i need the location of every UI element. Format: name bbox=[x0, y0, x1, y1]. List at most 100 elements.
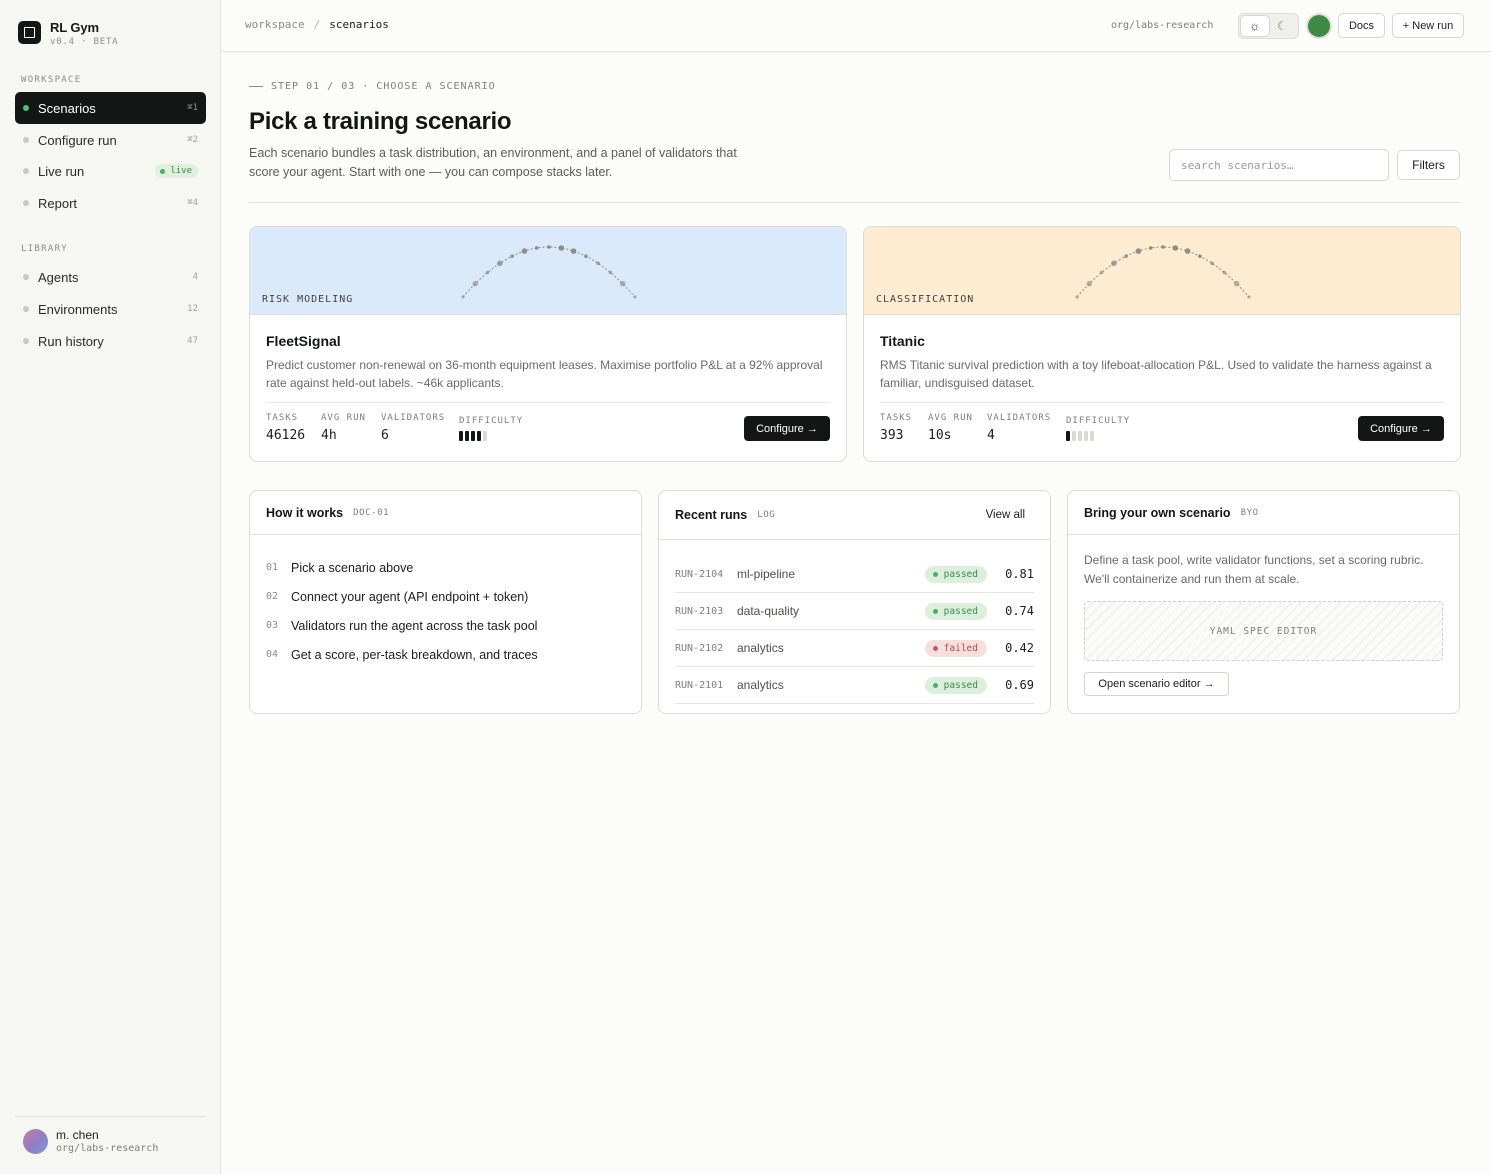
status-dot-icon bbox=[932, 608, 938, 614]
sidebar-item-live-run[interactable]: Live run live bbox=[15, 155, 206, 187]
brand[interactable]: RL Gym v0.4 · BETA bbox=[18, 20, 118, 48]
difficulty-bar bbox=[477, 431, 481, 441]
yaml-spec-editor[interactable]: YAML SPEC EDITOR bbox=[1084, 601, 1443, 661]
sun-icon[interactable]: ☼ bbox=[1241, 16, 1269, 36]
status-dot-icon bbox=[932, 571, 938, 577]
stat-value: 393 bbox=[880, 428, 904, 443]
run-id: RUN-2103 bbox=[675, 605, 724, 617]
library-section-label: LIBRARY bbox=[21, 244, 69, 254]
panel-tag: LOG bbox=[757, 510, 776, 520]
status-badge: passed bbox=[924, 602, 987, 620]
table-row[interactable]: RUN-2103 data-quality passed 0.74 bbox=[675, 593, 1034, 630]
difficulty-bar bbox=[1066, 431, 1070, 441]
table-row[interactable]: RUN-2104 ml-pipeline passed 0.81 bbox=[675, 556, 1034, 593]
breadcrumb-separator: / bbox=[313, 18, 321, 31]
sidebar-item-scenarios[interactable]: Scenarios ⌘1 bbox=[15, 92, 206, 124]
sidebar-item-report[interactable]: Report ⌘4 bbox=[15, 187, 206, 219]
breadcrumb-workspace[interactable]: workspace bbox=[245, 18, 305, 31]
curve-point bbox=[1222, 270, 1227, 275]
live-badge-text: live bbox=[170, 166, 192, 176]
new-run-button[interactable]: + New run bbox=[1392, 13, 1464, 38]
difficulty-bar bbox=[483, 431, 487, 441]
difficulty-bar bbox=[471, 431, 475, 441]
curve-point bbox=[619, 280, 626, 287]
open-scenario-editor-button[interactable]: Open scenario editor → bbox=[1084, 672, 1229, 696]
stat-validators: VALIDATORS 4 bbox=[987, 413, 1051, 443]
theme-toggle[interactable]: ☼ ☾ bbox=[1238, 13, 1299, 39]
view-all-link[interactable]: View all bbox=[986, 509, 1025, 521]
step-number: 01 bbox=[266, 562, 279, 573]
configure-button[interactable]: Configure → bbox=[1358, 416, 1444, 441]
sidebar-item-agents[interactable]: Agents 4 bbox=[15, 261, 206, 293]
sidebar-item-configure-run[interactable]: Configure run ⌘2 bbox=[15, 124, 206, 156]
item-count: 47 bbox=[187, 336, 198, 346]
sidebar-item-environments[interactable]: Environments 12 bbox=[15, 293, 206, 325]
run-name: analytics bbox=[737, 641, 784, 655]
curve-point bbox=[510, 254, 514, 258]
scenario-tag: RISK MODELING bbox=[262, 294, 354, 305]
curve-point bbox=[584, 254, 588, 258]
curve-point bbox=[1172, 245, 1179, 251]
table-row[interactable]: RUN-2102 analytics failed 0.42 bbox=[675, 630, 1034, 667]
step-text: Connect your agent (API endpoint + token… bbox=[291, 589, 529, 604]
user-org: org/labs-research bbox=[56, 1143, 159, 1154]
status-text: passed bbox=[943, 568, 978, 580]
run-score: 0.69 bbox=[1005, 678, 1034, 692]
curve-point bbox=[1148, 246, 1153, 250]
status-badge: failed bbox=[924, 639, 987, 657]
stat-difficulty: DIFFICULTY bbox=[1066, 416, 1130, 441]
curve-point bbox=[1233, 280, 1240, 287]
curve-point bbox=[485, 270, 490, 275]
runs-list: RUN-2104 ml-pipeline passed 0.81 RUN-210… bbox=[659, 540, 1050, 704]
sidebar-item-label: Report bbox=[38, 195, 78, 211]
sidebar-item-run-history[interactable]: Run history 47 bbox=[15, 325, 206, 357]
status-text: passed bbox=[943, 679, 978, 691]
panel-tag: BYO bbox=[1240, 507, 1259, 518]
table-row[interactable]: RUN-2101 analytics passed 0.69 bbox=[675, 667, 1034, 704]
scenario-name: Titanic bbox=[880, 333, 925, 349]
moon-icon[interactable]: ☾ bbox=[1269, 16, 1297, 36]
user-profile[interactable]: m. chen org/labs-research bbox=[15, 1116, 206, 1155]
curve-point bbox=[558, 245, 565, 251]
scenario-card-titanic[interactable]: CLASSIFICATION Titanic RMS Titanic survi… bbox=[863, 226, 1461, 462]
org-label[interactable]: org/labs-research bbox=[1111, 20, 1213, 31]
search-input[interactable] bbox=[1169, 149, 1389, 181]
filters-button[interactable]: Filters bbox=[1397, 150, 1460, 180]
docs-button[interactable]: Docs bbox=[1338, 13, 1385, 38]
step-number: 04 bbox=[266, 649, 279, 660]
curve-point bbox=[633, 295, 637, 299]
panel-header: Bring your own scenario BYO bbox=[1068, 491, 1459, 535]
status-dot-icon bbox=[23, 306, 29, 312]
run-name: ml-pipeline bbox=[737, 567, 796, 581]
curve-point bbox=[1099, 270, 1104, 275]
curve-point bbox=[534, 246, 539, 250]
how-it-works-panel: How it works DOC-01 01 Pick a scenario a… bbox=[249, 490, 642, 714]
stat-validators: VALIDATORS 6 bbox=[381, 413, 445, 443]
stat-label: DIFFICULTY bbox=[1066, 416, 1131, 426]
sidebar-item-label: Agents bbox=[38, 269, 79, 285]
curve-point bbox=[1161, 245, 1165, 249]
sidebar-item-label: Environments bbox=[38, 301, 118, 317]
stat-value: 46126 bbox=[266, 428, 306, 443]
byo-description: Define a task pool, write validator func… bbox=[1084, 553, 1424, 586]
configure-button[interactable]: Configure → bbox=[744, 416, 830, 441]
scenario-tag: CLASSIFICATION bbox=[876, 294, 975, 305]
status-dot-icon bbox=[932, 645, 938, 651]
breadcrumb: workspace / scenarios bbox=[245, 18, 389, 31]
status-badge: passed bbox=[924, 676, 987, 694]
status-dot-icon bbox=[23, 137, 29, 143]
step-text: Get a score, per-task breakdown, and tra… bbox=[291, 647, 538, 662]
curve-point bbox=[1086, 280, 1093, 287]
stat-tasks: TASKS 46126 bbox=[266, 413, 305, 443]
scenario-card-fleetsignal[interactable]: RISK MODELING FleetSignal Predict custom… bbox=[249, 226, 847, 462]
run-name: data-quality bbox=[737, 604, 800, 618]
connection-status-indicator[interactable] bbox=[1308, 15, 1330, 37]
curve-point bbox=[1124, 254, 1128, 258]
curve-point bbox=[1210, 261, 1214, 266]
stat-difficulty: DIFFICULTY bbox=[459, 416, 523, 441]
curve-point bbox=[1247, 295, 1251, 299]
run-score: 0.74 bbox=[1005, 604, 1034, 618]
card-divider bbox=[266, 402, 830, 403]
panel-header: Recent runs LOG View all bbox=[659, 491, 1050, 540]
stat-avg-run: AVG RUN 4h bbox=[321, 413, 366, 443]
